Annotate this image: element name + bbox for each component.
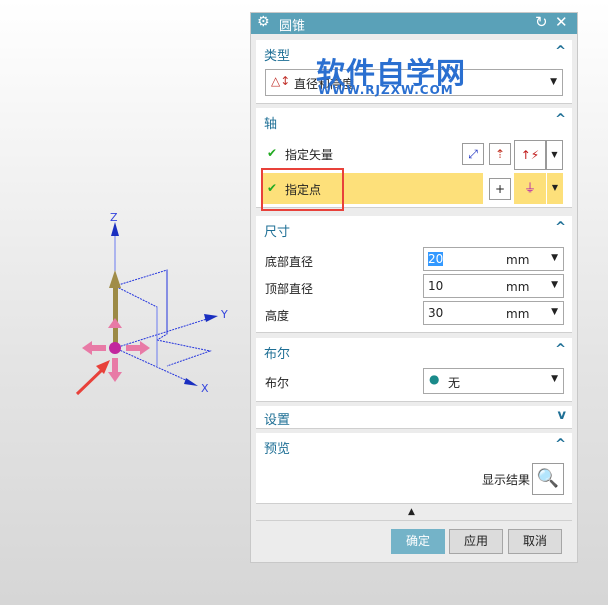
dialog-title: 圆锥 xyxy=(279,19,306,34)
dropdown-arrow-icon: ▼ xyxy=(550,77,557,87)
point-dialog-button[interactable]: + xyxy=(489,178,511,200)
annotation-arrow xyxy=(75,366,106,396)
graphics-viewport[interactable]: Z Y X xyxy=(0,0,250,605)
title-bar: ⚙ 圆锥 ↻ ✕ xyxy=(251,13,577,34)
inferred-point-button[interactable]: ⏚ xyxy=(514,173,546,204)
collapse-arrow-icon[interactable]: ▲ xyxy=(408,507,415,517)
show-result-button[interactable]: 🔍 xyxy=(532,463,564,495)
value: 30 xyxy=(428,306,444,320)
boolean-value: 无 xyxy=(448,376,461,390)
specify-vector-label[interactable]: 指定矢量 xyxy=(285,146,333,163)
dropdown-arrow-icon[interactable]: ▼ xyxy=(551,280,558,290)
z-axis-label: Z xyxy=(110,211,118,224)
y-axis-arrow xyxy=(204,314,218,322)
vector-dropdown[interactable]: ▼ xyxy=(546,140,563,170)
cone-type-icon: △↕ xyxy=(271,74,291,88)
check-icon: ✔ xyxy=(267,146,278,160)
value: 10 xyxy=(428,279,444,293)
unit: mm xyxy=(506,280,530,294)
dropdown-arrow-icon: ▼ xyxy=(551,374,558,384)
section-boolean: 布尔 ^ 布尔 ● 无 ▼ xyxy=(256,338,572,402)
watermark-url: WWW.RJZXW.COM xyxy=(318,83,454,97)
section-dimensions: 尺寸 ^ 底部直径 20 mm ▼ 顶部直径 10 mm ▼ 高度 30 mm … xyxy=(256,216,572,333)
boolean-none-icon: ● xyxy=(429,372,440,386)
reset-icon[interactable]: ↻ xyxy=(535,13,548,31)
section-settings[interactable]: 设置 v xyxy=(256,406,572,429)
reverse-direction-button[interactable]: ⤢ xyxy=(462,143,484,165)
close-icon[interactable]: ✕ xyxy=(555,13,568,31)
divider xyxy=(256,520,572,521)
x-axis-arrow xyxy=(184,378,198,386)
section-header[interactable]: 布尔 xyxy=(264,343,290,362)
height-input[interactable]: 30 mm ▼ xyxy=(423,301,564,325)
point-sphere xyxy=(109,342,121,354)
section-header[interactable]: 类型 xyxy=(264,45,290,64)
unit: mm xyxy=(506,253,530,267)
chevron-up-icon[interactable]: ^ xyxy=(555,112,566,127)
chevron-up-icon[interactable]: ^ xyxy=(555,342,566,357)
boolean-label: 布尔 xyxy=(265,376,290,390)
show-result-label: 显示结果 xyxy=(482,473,531,487)
cancel-button[interactable]: 取消 xyxy=(508,529,562,554)
section-header[interactable]: 尺寸 xyxy=(264,221,290,240)
bottom-diameter-label: 底部直径 xyxy=(265,255,314,269)
annotation-highlight-box xyxy=(261,168,344,211)
vector-shaft xyxy=(113,285,118,345)
height-label: 高度 xyxy=(265,309,290,323)
unit: mm xyxy=(506,307,530,321)
apply-button[interactable]: 应用 xyxy=(449,529,503,554)
vector-dialog-button[interactable]: ⇡ xyxy=(489,143,511,165)
vector-arrowhead xyxy=(109,270,121,288)
section-preview: 预览 ^ 显示结果 🔍 xyxy=(256,433,572,504)
boolean-select[interactable]: ● 无 ▼ xyxy=(423,368,564,394)
point-dropdown[interactable]: ▼ xyxy=(547,173,563,204)
section-header[interactable]: 轴 xyxy=(264,113,277,132)
inferred-vector-button[interactable]: ↑⚡ xyxy=(514,140,546,170)
top-diameter-label: 顶部直径 xyxy=(265,282,314,296)
dropdown-arrow-icon[interactable]: ▼ xyxy=(551,253,558,263)
ok-button[interactable]: 确定 xyxy=(391,529,445,554)
bottom-diameter-input[interactable]: 20 mm ▼ xyxy=(423,247,564,271)
csys-triad: Z Y X xyxy=(75,211,228,396)
y-axis-label: Y xyxy=(220,308,228,321)
dropdown-arrow-icon[interactable]: ▼ xyxy=(551,307,558,317)
chevron-up-icon[interactable]: ^ xyxy=(555,437,566,452)
section-header[interactable]: 设置 xyxy=(264,409,290,428)
gear-icon[interactable]: ⚙ xyxy=(257,14,270,30)
chevron-up-icon[interactable]: ^ xyxy=(555,44,566,59)
z-axis-arrow xyxy=(111,222,119,236)
chevron-down-icon[interactable]: v xyxy=(558,408,566,423)
x-axis-label: X xyxy=(201,382,209,395)
top-diameter-input[interactable]: 10 mm ▼ xyxy=(423,274,564,298)
chevron-up-icon[interactable]: ^ xyxy=(555,220,566,235)
value: 20 xyxy=(428,252,444,266)
section-header[interactable]: 预览 xyxy=(264,438,290,457)
